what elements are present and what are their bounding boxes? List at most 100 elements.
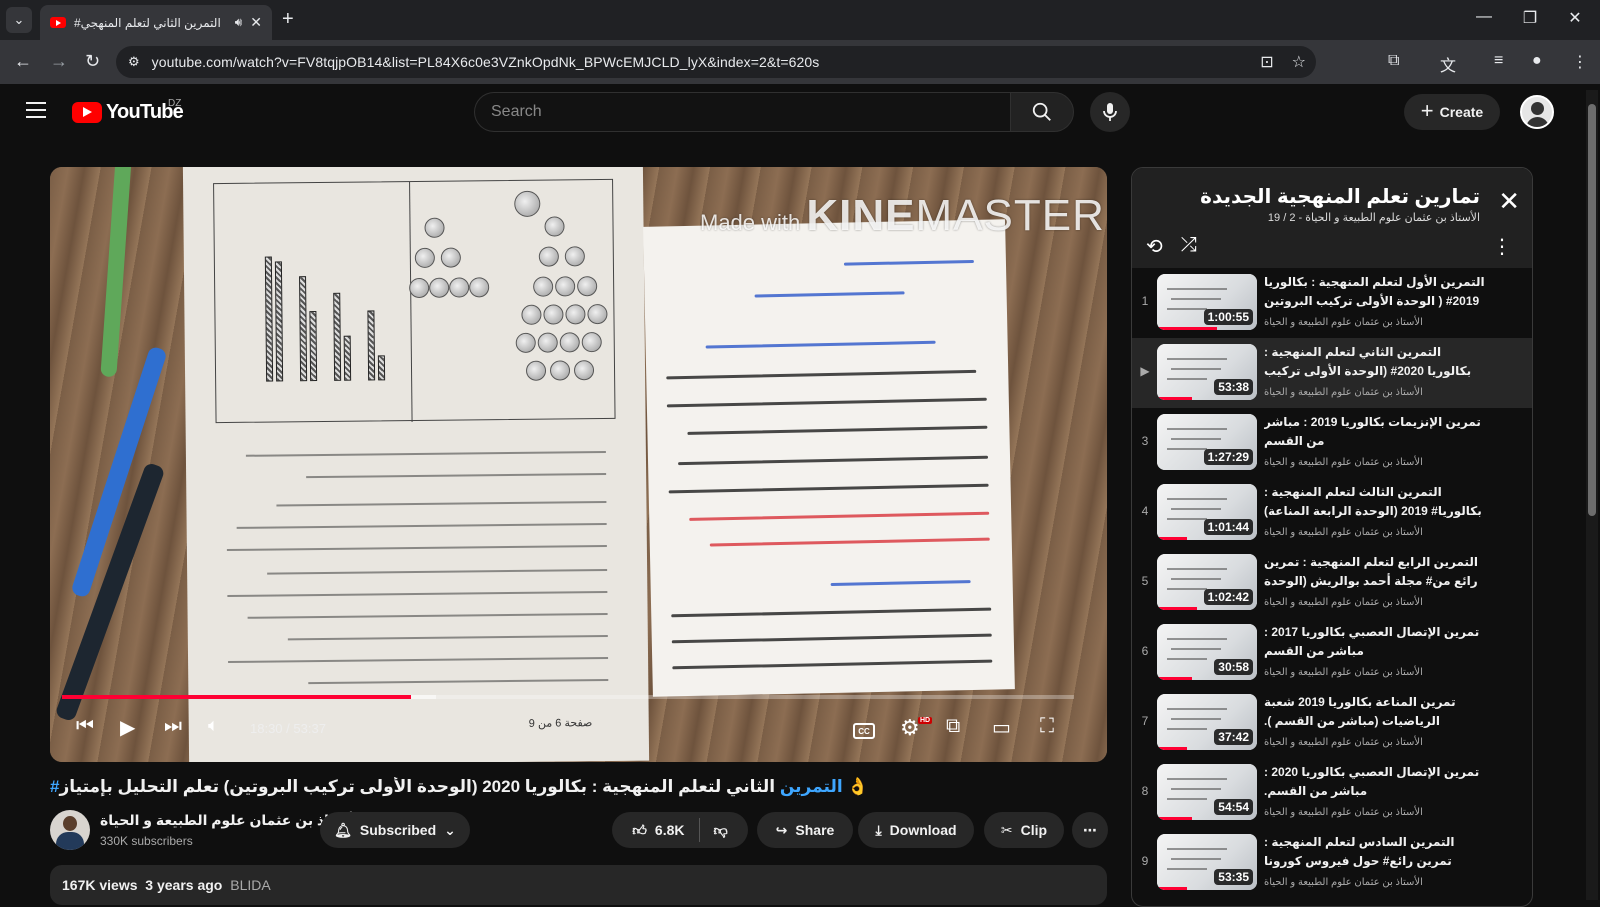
back-arrow-icon[interactable]: ←: [14, 51, 32, 72]
kinemaster-watermark: Made with KINEMASTER: [700, 191, 1105, 241]
playlist-item-title: تمرين المناعة بكالوريا 2019 شعبة الرياضي…: [1264, 695, 1456, 728]
playlist-item-channel: الأستاذ بن عثمان علوم الطبيعة و الحياة: [1264, 807, 1423, 818]
thumbs-up-icon: 👍︎: [632, 821, 647, 838]
play-icon[interactable]: ▶: [120, 715, 135, 740]
profile-icon[interactable]: ●: [1532, 52, 1542, 70]
browser-tab-active[interactable]: التمرين الثاني لتعلم المنهجي# 🔊︎ ✕: [40, 5, 272, 40]
playlist-more-icon[interactable]: ⋮: [1492, 234, 1512, 259]
like-button[interactable]: 👍︎ 6.8K: [618, 822, 698, 839]
playlist-item[interactable]: 5 1:02:42 التمرين الرابع لتعلم المنهجية : …: [1132, 548, 1532, 618]
video-progress-bar[interactable]: [62, 695, 1074, 699]
playlist-item-thumbnail[interactable]: 1:27:29: [1157, 414, 1257, 470]
playlist-item[interactable]: 6 30:58 تمرين الإتصال العصبي بكالوريا 2017…: [1132, 618, 1532, 688]
address-bar[interactable]: ⚙︎ youtube.com/watch?v=FV8tqjpOB14&list=…: [116, 46, 1316, 78]
restore-icon[interactable]: ❐: [1510, 8, 1550, 28]
playlist-item-index: 5: [1141, 574, 1149, 588]
translate-icon[interactable]: 文: [1440, 52, 1456, 76]
playlist-item-thumbnail[interactable]: 53:35: [1157, 834, 1257, 890]
playlist-items: 1 1:00:55 التمرين الأول لتعلم المنهجية : ب…: [1132, 268, 1532, 898]
channel-avatar[interactable]: [50, 810, 90, 850]
subtitles-button[interactable]: CC: [853, 723, 875, 739]
playlist-item-thumbnail[interactable]: 1:01:44: [1157, 484, 1257, 540]
view-count: 167K views: [62, 877, 138, 893]
chrome-menu-icon[interactable]: ⋮: [1572, 52, 1588, 72]
description-box[interactable]: 167K views 3 years ago BLIDA: [50, 865, 1107, 905]
speaker-icon[interactable]: 🔊︎: [235, 15, 243, 30]
youtube-logo[interactable]: YouTube: [72, 101, 184, 124]
volume-icon[interactable]: 🔈︎: [208, 715, 219, 736]
search-button[interactable]: [1010, 92, 1074, 132]
hamburger-menu-icon[interactable]: [26, 102, 46, 118]
duration-badge: 54:54: [1214, 799, 1253, 815]
dislike-button[interactable]: 👎︎: [700, 822, 742, 839]
playlist-item-thumbnail[interactable]: 53:38: [1157, 344, 1257, 400]
theater-mode-icon[interactable]: ▭: [992, 715, 1011, 740]
playlist-item-index: 8: [1141, 784, 1149, 798]
playlist-item-title: التمرين الأول لتعلم المنهجية : بكالوريا …: [1264, 275, 1485, 308]
clip-label: Clip: [1020, 822, 1048, 838]
voice-search-button[interactable]: [1090, 92, 1130, 132]
install-app-icon[interactable]: ⊡: [1260, 52, 1273, 72]
playlist-title[interactable]: تمارين تعلم المنهجية الجديدة: [1200, 184, 1480, 209]
playlist-item[interactable]: 7 37:42 تمرين المناعة بكالوريا 2019 شعبة ا…: [1132, 688, 1532, 758]
settings-gear-icon[interactable]: ⚙︎: [900, 715, 920, 741]
playlist-item-index: 9: [1141, 854, 1149, 868]
share-arrow-icon: ↪: [775, 821, 788, 838]
playlist-item[interactable]: ▶ 53:38 التمرين الثاني لتعلم المنهجية : بك…: [1132, 338, 1532, 408]
browser-toolbar: ← → ↻ ⚙︎ youtube.com/watch?v=FV8tqjpOB14…: [0, 40, 1600, 84]
thumbnail-watch-progress: [1157, 327, 1217, 330]
media-queue-icon[interactable]: ≡: [1494, 52, 1503, 70]
fullscreen-icon[interactable]: ⛶: [1040, 715, 1054, 738]
tab-search-button[interactable]: ⌄: [6, 7, 32, 33]
playlist-item-thumbnail[interactable]: 30:58: [1157, 624, 1257, 680]
window-close-icon[interactable]: ✕: [1555, 8, 1595, 28]
subscribed-button[interactable]: 🔔︎ Subscribed ⌄: [320, 812, 470, 848]
loop-icon[interactable]: ⟲: [1146, 234, 1163, 259]
site-info-icon[interactable]: ⚙︎: [128, 54, 140, 70]
youtube-play-logo-icon: [72, 102, 102, 123]
next-icon[interactable]: ⏭︎: [164, 715, 182, 738]
close-playlist-icon[interactable]: ✕: [1498, 186, 1520, 217]
playlist-item[interactable]: 9 53:35 التمرين السادس لتعلم المنهجية : تم…: [1132, 828, 1532, 898]
playlist-item-title: التمرين الثالث لتعلم المنهجية : بكالوريا…: [1264, 485, 1482, 518]
playlist-item[interactable]: 3 1:27:29 تمرين الإنزيمات بكالوريا 2019 : …: [1132, 408, 1532, 478]
scrollbar-thumb[interactable]: [1588, 104, 1596, 516]
more-actions-button[interactable]: ⋯: [1072, 812, 1108, 848]
duration-badge: 53:35: [1214, 869, 1253, 885]
minimize-icon[interactable]: —: [1464, 8, 1504, 26]
playlist-item[interactable]: 4 1:01:44 التمرين الثالث لتعلم المنهجية : …: [1132, 478, 1532, 548]
share-button[interactable]: ↪ Share: [757, 812, 853, 848]
scissors-icon: ✂: [1000, 821, 1013, 838]
thumbnail-watch-progress: [1157, 887, 1187, 890]
account-avatar[interactable]: [1520, 95, 1554, 129]
playlist-item-thumbnail[interactable]: 54:54: [1157, 764, 1257, 820]
video-player[interactable]: صفحة 6 من 9 Made with KINEMASTER ⏮︎ ▶ ⏭︎…: [50, 167, 1107, 762]
playlist-item-thumbnail[interactable]: 37:42: [1157, 694, 1257, 750]
playlist-item-thumbnail[interactable]: 1:02:42: [1157, 554, 1257, 610]
hd-badge: HD: [918, 717, 933, 724]
plus-icon: +: [1420, 98, 1434, 123]
new-tab-button[interactable]: +: [282, 8, 294, 31]
previous-icon[interactable]: ⏮︎: [76, 715, 94, 738]
reload-icon[interactable]: ↻: [85, 51, 100, 72]
search-input[interactable]: [474, 92, 1010, 132]
thumbnail-watch-progress: [1157, 397, 1192, 400]
tab-close-icon[interactable]: ✕: [250, 14, 262, 31]
shuffle-icon[interactable]: ⤮: [1181, 234, 1197, 259]
download-label: Download: [889, 822, 957, 838]
extensions-icon[interactable]: ⧉: [1388, 52, 1399, 70]
url-text[interactable]: youtube.com/watch?v=FV8tqjpOB14&list=PL8…: [152, 54, 820, 70]
playlist-subtitle: الأستاذ بن عثمان علوم الطبيعة و الحياة -…: [1267, 212, 1480, 224]
playlist-item[interactable]: 8 54:54 تمرين الإتصال العصبي بكالوريا 2020…: [1132, 758, 1532, 828]
playlist-item-channel: الأستاذ بن عثمان علوم الطبيعة و الحياة: [1264, 317, 1423, 328]
playlist-item[interactable]: 1 1:00:55 التمرين الأول لتعلم المنهجية : ب…: [1132, 268, 1532, 338]
location[interactable]: BLIDA: [230, 877, 270, 893]
clip-button[interactable]: ✂ Clip: [984, 812, 1064, 848]
playlist-item-thumbnail[interactable]: 1:00:55: [1157, 274, 1257, 330]
miniplayer-icon[interactable]: ⧉: [946, 715, 960, 738]
upload-date: 3 years ago: [145, 877, 223, 893]
download-button[interactable]: ⤓ Download: [858, 812, 974, 848]
forward-arrow-icon[interactable]: →: [50, 51, 68, 72]
bookmark-star-icon[interactable]: ☆: [1292, 52, 1306, 72]
create-button[interactable]: + Create: [1404, 94, 1500, 130]
